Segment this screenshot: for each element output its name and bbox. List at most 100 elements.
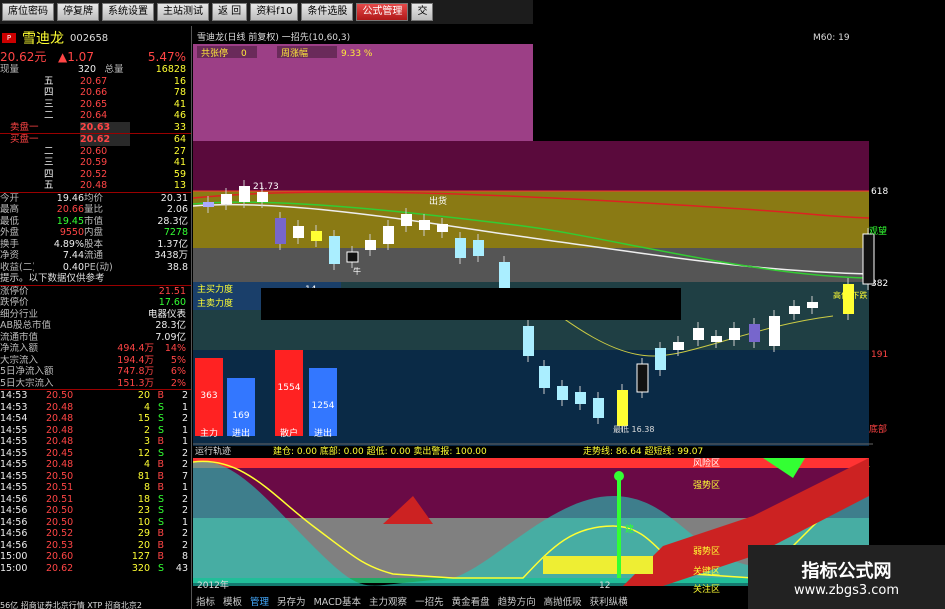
tick-row[interactable]: 14:55 20.51 8 B 1: [0, 482, 191, 494]
bid-level-3[interactable]: 四 20.52 59: [0, 169, 191, 181]
candle-13: [437, 224, 448, 232]
toolbar-button-5[interactable]: 资料f10: [250, 3, 299, 21]
indicator-tab-10[interactable]: 获利纵横: [587, 594, 631, 608]
label-guanwang: 观望: [869, 225, 887, 237]
candle-7: [329, 236, 340, 264]
indicator-tab-1[interactable]: 模板: [220, 594, 245, 608]
indicator-tab-4[interactable]: MACD基本: [311, 594, 364, 608]
ask-level-0[interactable]: 五 20.67 16: [0, 76, 191, 88]
bid-level-0[interactable]: 买盘一 20.62 64: [0, 134, 191, 146]
tick-row[interactable]: 14:53 20.48 4 S 1: [0, 402, 191, 414]
tick-row[interactable]: 14:54 20.48 15 S 2: [0, 413, 191, 425]
tick-row[interactable]: 14:56 20.50 23 S 2: [0, 505, 191, 517]
tick-cell: 14:55: [0, 424, 28, 436]
indicator-tab-5[interactable]: 主力观察: [366, 594, 410, 608]
candle-2: [239, 186, 250, 202]
toolbar-button-1[interactable]: 停复牌: [57, 3, 99, 21]
toolbar-button-6[interactable]: 条件选股: [301, 3, 354, 21]
toolbar-button-0[interactable]: 席位密码: [2, 3, 54, 21]
toolbar-button-4[interactable]: 返 回: [212, 3, 248, 21]
stats-row: 换手 4.89% 股本 1.37亿: [0, 239, 191, 251]
tick-cell: 4: [143, 459, 150, 470]
tick-row[interactable]: 14:55 20.48 2 S 1: [0, 425, 191, 437]
indicator-tab-0[interactable]: 指标: [193, 594, 218, 608]
toolbar-button-2[interactable]: 系统设置: [102, 3, 154, 21]
tick-cell: 1: [181, 516, 188, 528]
candle-18: [539, 366, 550, 388]
tick-row[interactable]: 14:55 20.48 4 B 2: [0, 459, 191, 471]
tick-row[interactable]: 14:55 20.48 3 B 1: [0, 436, 191, 448]
tick-list[interactable]: 14:53 20.50 20 B 2 14:53 20.48 4 S 1 14:54 20.48 15 S…: [0, 390, 191, 574]
tick-cell: 20.50: [46, 470, 74, 482]
tick-cell: 2: [181, 390, 188, 401]
stats-cell: 均价: [84, 192, 104, 204]
ask-level-1[interactable]: 四 20.66 78: [0, 87, 191, 99]
total-volume: 16828: [155, 64, 186, 75]
info-value: 494.4万: [117, 343, 154, 354]
stock-logo-icon: P: [2, 33, 16, 43]
tick-cell: S: [157, 505, 164, 516]
indicator-tab-7[interactable]: 黄金看盘: [449, 594, 493, 608]
info-label: 5日大宗流入: [0, 377, 54, 389]
ask-level-2[interactable]: 三 20.65 41: [0, 99, 191, 111]
candle-3: [257, 192, 268, 202]
tick-row[interactable]: 14:55 20.45 12 S 2: [0, 448, 191, 460]
tick-row[interactable]: 15:00 20.62 320 S 43: [0, 563, 191, 575]
bid-level-1[interactable]: 二 20.60 27: [0, 146, 191, 158]
tick-cell: 1: [181, 401, 188, 413]
indicator-tab-9[interactable]: 高抛低吸: [541, 594, 585, 608]
tick-cell: 14:56: [0, 528, 28, 539]
candle-12: [419, 220, 430, 230]
volume-row: 现量 320 总量 16828: [0, 64, 191, 76]
tick-row[interactable]: 15:00 20.60 127 B 8: [0, 551, 191, 563]
osc-green-marker-dot: [614, 471, 624, 481]
tick-cell: 20.62: [46, 562, 74, 574]
candle-4: [275, 218, 286, 244]
stats-cell: 19.46: [56, 192, 84, 204]
info-value: 747.8万: [117, 366, 154, 377]
candle-6: [311, 231, 322, 241]
ask-level-label: 五: [44, 75, 54, 87]
ask-level-volume: 33: [173, 121, 186, 133]
bid-level-4[interactable]: 五 20.48 13: [0, 180, 191, 192]
ask-level-3[interactable]: 二 20.64 46: [0, 110, 191, 122]
bid-level-2[interactable]: 三 20.59 41: [0, 157, 191, 169]
tick-cell: B: [157, 482, 164, 493]
indicator-tab-8[interactable]: 趋势方向: [495, 594, 539, 608]
stats-cell: 外盘: [0, 227, 20, 238]
stats-row: 外盘 9550 内盘 7278: [0, 227, 191, 239]
tick-row[interactable]: 14:53 20.50 20 B 2: [0, 390, 191, 402]
indicator-tab-6[interactable]: 一招先: [412, 594, 447, 608]
candle-20: [575, 392, 586, 404]
indicator-tab-3[interactable]: 另存为: [274, 594, 309, 608]
bid-level-label: 三: [44, 157, 54, 168]
info-pct: 5%: [170, 354, 186, 366]
toolbar-button-7[interactable]: 公式管理: [356, 3, 409, 21]
tick-row[interactable]: 14:56 20.51 18 S 2: [0, 494, 191, 506]
stats-cell: 净资: [0, 250, 20, 261]
kline-chart[interactable]: 雪迪龙(日线 前复权) 一招先(10,60,3) M60: 19 共张停 0 周涨幅 9.…: [193, 26, 945, 609]
force1-label: 主买力度: [197, 283, 233, 295]
toolbar-button-8[interactable]: 交: [411, 3, 434, 21]
status-bar: 56亿 招商证券北京行情 XTP 招商北京2: [0, 601, 142, 609]
ask-level-volume: 16: [173, 75, 186, 87]
tick-row[interactable]: 14:56 20.50 10 S 1: [0, 517, 191, 529]
tick-row[interactable]: 14:56 20.53 20 B 2: [0, 540, 191, 552]
indicator-tab-2[interactable]: 管理: [247, 594, 272, 608]
stats-cell: 最低: [0, 215, 20, 227]
bid-level-label: 五: [44, 180, 54, 191]
candle-32: [807, 302, 818, 308]
force-bar-1: [227, 378, 255, 436]
tick-cell: S: [157, 413, 164, 424]
toolbar-button-3[interactable]: 主站测试: [157, 3, 209, 21]
info-pct: 14%: [164, 343, 186, 354]
info-table: 涨停价 21.51 跌停价 17.60 细分行业 电器仪表 AB股总市值 28.3亿 流通市值 7…: [0, 286, 191, 390]
quote-panel: P 雪迪龙 002658 20.62元 ▲1.07 5.47% 现量 320 总…: [0, 26, 192, 609]
label-niu: 牛: [353, 266, 361, 276]
tick-row[interactable]: 14:56 20.52 29 B 2: [0, 528, 191, 540]
tick-row[interactable]: 14:55 20.50 81 B 7: [0, 471, 191, 483]
ask-level-price: 20.67: [80, 75, 108, 87]
stats-cell: 股本: [84, 238, 104, 250]
ask-level-4[interactable]: 卖盘一 20.63 33: [0, 121, 191, 133]
tick-cell: 20.50: [46, 516, 74, 528]
